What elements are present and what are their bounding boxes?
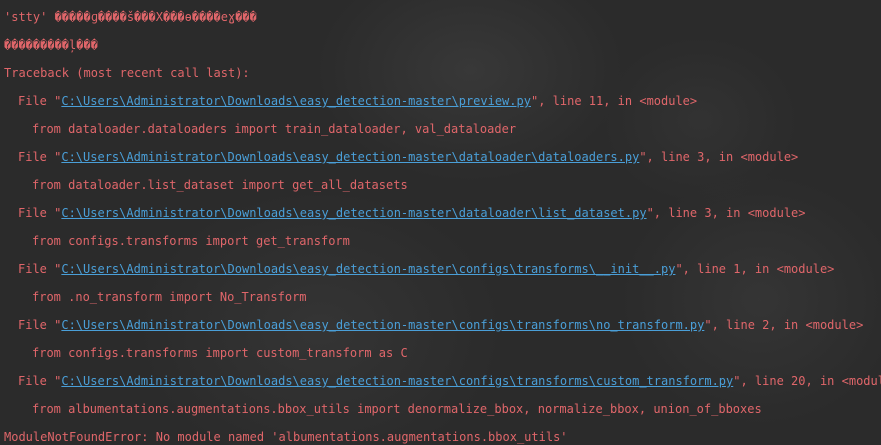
frame-prefix: File " [18,374,62,388]
traceback-frame-code: from dataloader.dataloaders import train… [32,122,517,136]
traceback-frame-location: File "C:\Users\Administrator\Downloads\e… [18,261,834,277]
frame-suffix: ", line 2, in <module> [704,318,864,332]
console-output: 'stty' �����ɡ����š���X���ɵ����eɣ��� ����… [0,0,881,445]
frame-prefix: File " [18,318,62,332]
frame-prefix: File " [18,262,62,276]
traceback-frame-code: from .no_transform import No_Transform [32,290,307,304]
traceback-frame-code: from configs.transforms import custom_tr… [32,346,408,360]
file-path-link[interactable]: C:\Users\Administrator\Downloads\easy_de… [61,206,646,220]
error-message: ModuleNotFoundError: No module named 'al… [4,430,568,444]
file-path-link[interactable]: C:\Users\Administrator\Downloads\easy_de… [61,150,639,164]
traceback-frame-location: File "C:\Users\Administrator\Downloads\e… [18,205,806,221]
traceback-frame-code: from configs.transforms import get_trans… [32,234,350,248]
frame-suffix: ", line 20, in <module> [733,374,881,388]
frame-suffix: ", line 11, in <module> [530,94,698,108]
garbled-output-line: ���������ļ��� [4,38,98,52]
frame-prefix: File " [18,206,62,220]
traceback-frame-location: File "C:\Users\Administrator\Downloads\e… [18,373,881,389]
traceback-frame-location: File "C:\Users\Administrator\Downloads\e… [18,149,798,165]
frame-suffix: ", line 3, in <module> [646,206,806,220]
traceback-frame-code: from albumentations.augmentations.bbox_u… [32,402,762,416]
file-path-link[interactable]: C:\Users\Administrator\Downloads\easy_de… [61,262,675,276]
garbled-output-line: 'stty' �����ɡ����š���X���ɵ����eɣ��� [4,10,257,24]
frame-prefix: File " [18,94,62,108]
traceback-header: Traceback (most recent call last): [4,66,250,80]
frame-suffix: ", line 1, in <module> [675,262,835,276]
file-path-link[interactable]: C:\Users\Administrator\Downloads\easy_de… [61,374,733,388]
traceback-frame-location: File "C:\Users\Administrator\Downloads\e… [18,317,863,333]
frame-prefix: File " [18,150,62,164]
traceback-frame-code: from dataloader.list_dataset import get_… [32,178,408,192]
file-path-link[interactable]: C:\Users\Administrator\Downloads\easy_de… [61,94,531,108]
frame-suffix: ", line 3, in <module> [639,150,799,164]
file-path-link[interactable]: C:\Users\Administrator\Downloads\easy_de… [61,318,704,332]
traceback-frame-location: File "C:\Users\Administrator\Downloads\e… [18,93,697,109]
